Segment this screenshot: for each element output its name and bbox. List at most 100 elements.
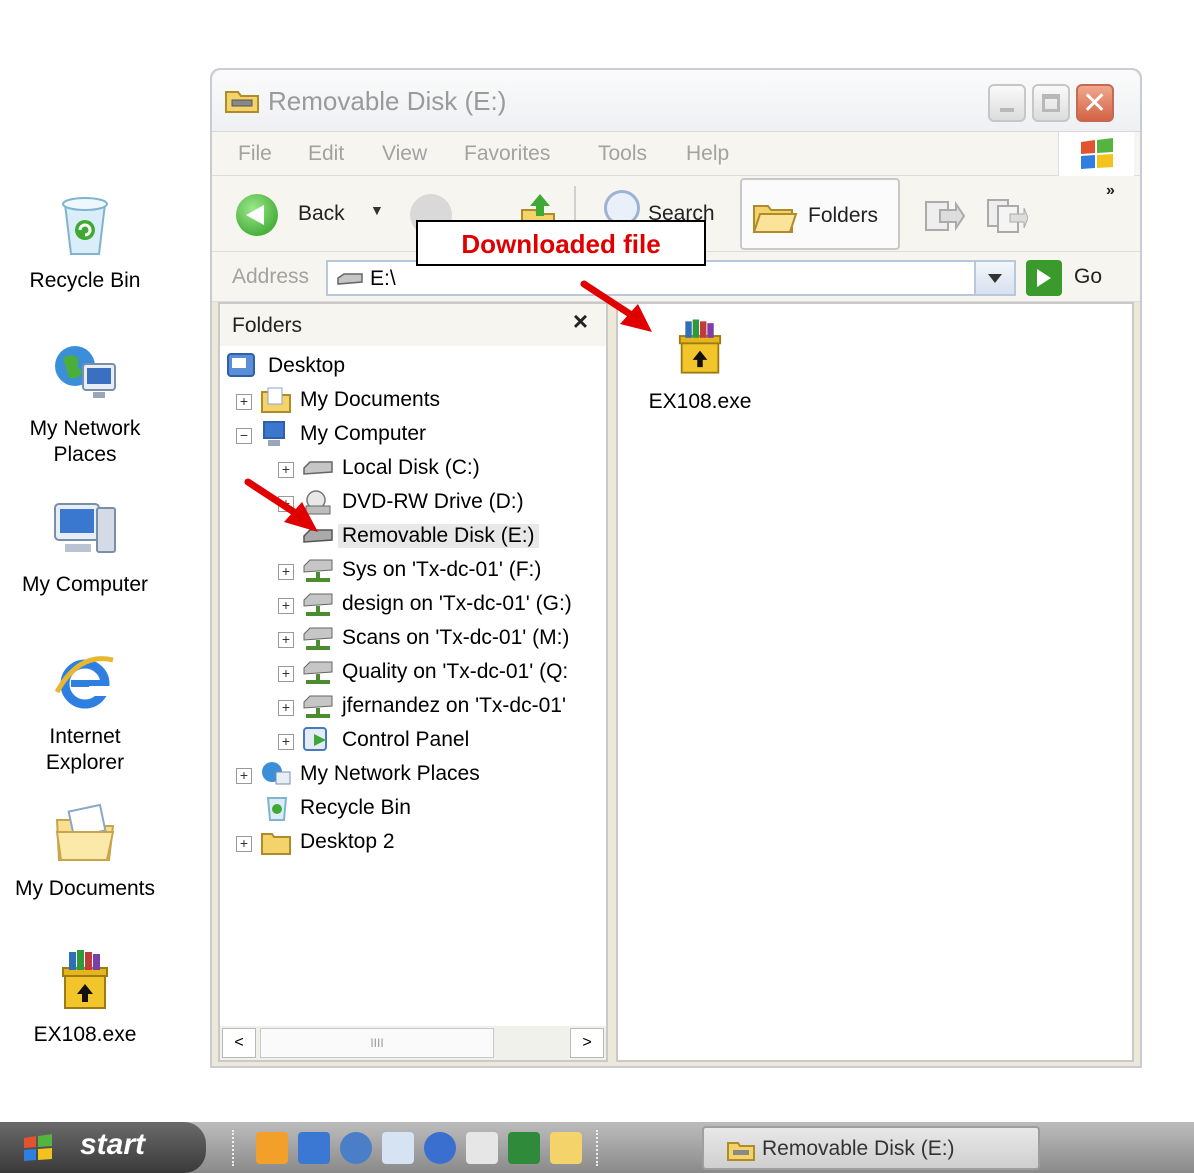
folders-pane-header: Folders × <box>220 304 606 346</box>
title-bar[interactable]: Removable Disk (E:) ✕ <box>212 70 1140 132</box>
menu-favorites[interactable]: Favorites <box>464 142 550 166</box>
clock-app-icon[interactable] <box>256 1132 288 1164</box>
control-panel-icon <box>303 727 327 751</box>
internet-explorer-icon <box>54 656 114 709</box>
window-title: Removable Disk (E:) <box>268 86 507 116</box>
red-annotation-arrow-icon <box>244 478 318 532</box>
printer-icon[interactable] <box>466 1132 498 1164</box>
my-documents-icon <box>55 803 115 861</box>
email-icon[interactable] <box>382 1132 414 1164</box>
desktop-icon-recycle-bin[interactable]: Recycle Bin <box>0 190 170 294</box>
my-computer-icon <box>263 421 285 446</box>
menu-view[interactable]: View <box>382 142 427 166</box>
menu-tools[interactable]: Tools <box>598 142 647 166</box>
folder-icon[interactable] <box>550 1132 582 1164</box>
expand-icon[interactable]: + <box>236 836 252 852</box>
network-places-icon <box>262 762 291 785</box>
windows-logo-icon <box>24 1134 52 1161</box>
file-name: EX108.exe <box>648 390 752 413</box>
menu-bar: File Edit View Favorites Tools Help <box>212 132 1140 176</box>
minimize-icon <box>1000 108 1014 112</box>
recycle-bin-icon <box>266 797 288 821</box>
close-icon: ✕ <box>1082 87 1108 120</box>
my-computer-icon <box>54 503 116 553</box>
menu-help[interactable]: Help <box>686 142 729 166</box>
network-places-icon <box>55 346 116 398</box>
desktop-icon-label-line2: Explorer <box>45 751 125 774</box>
recycle-bin-icon <box>62 197 108 255</box>
taskbar: start Removable Disk (E:) <box>0 1122 1194 1173</box>
menu-edit[interactable]: Edit <box>308 142 344 166</box>
expand-icon[interactable]: + <box>278 734 294 750</box>
back-label: Back <box>298 202 345 225</box>
desktop-icon-label: My Documents <box>14 877 156 900</box>
start-label: start <box>80 1128 146 1161</box>
explorer-window[interactable]: Removable Disk (E:) ✕ File Edit View Fav… <box>210 68 1142 1068</box>
expand-icon[interactable]: + <box>278 564 294 580</box>
network-drive-icon <box>303 661 333 684</box>
back-dropdown-icon[interactable]: ▼ <box>370 202 384 218</box>
database-icon[interactable] <box>340 1132 372 1164</box>
taskbar-item-label: Removable Disk (E:) <box>762 1137 955 1160</box>
close-button[interactable]: ✕ <box>1076 84 1114 122</box>
desktop-icon-network-places[interactable]: My Network Places <box>0 338 170 468</box>
desktop-icon-internet-explorer[interactable]: Internet Explorer <box>0 646 170 776</box>
expand-icon[interactable]: + <box>278 632 294 648</box>
windows-logo-icon <box>1058 132 1134 176</box>
expand-icon[interactable]: + <box>278 666 294 682</box>
desktop-icon <box>227 353 255 377</box>
maximize-button[interactable] <box>1032 84 1070 122</box>
folders-pane-title: Folders <box>232 314 303 337</box>
desktop-icon-my-computer[interactable]: My Computer <box>0 494 170 598</box>
scroll-left-button[interactable]: < <box>222 1028 256 1058</box>
drive-icon <box>337 273 363 285</box>
desktop-icon-label: EX108.exe <box>33 1023 137 1046</box>
media-player-icon[interactable] <box>424 1132 456 1164</box>
copy-to-icon[interactable] <box>984 196 1028 236</box>
desktop-icon-label-line1: My Network <box>29 417 141 440</box>
network-drive-icon <box>303 695 333 718</box>
address-label: Address <box>232 265 310 288</box>
removable-disk-icon <box>727 1142 755 1161</box>
scroll-thumb[interactable]: IIII <box>260 1028 494 1058</box>
desktop-icon-ex108[interactable]: EX108.exe <box>0 944 170 1048</box>
taskbar-item-removable-disk[interactable]: Removable Disk (E:) <box>702 1126 1040 1170</box>
toolbar-overflow-icon[interactable]: » <box>1106 182 1115 200</box>
expand-icon[interactable]: + <box>278 598 294 614</box>
removable-disk-icon <box>225 91 259 113</box>
go-arrow-icon[interactable] <box>1026 260 1062 296</box>
desktop-icon-label-line1: Internet <box>49 725 121 748</box>
winrar-archive-icon <box>62 950 108 1009</box>
folders-pane: Folders × Desktop + My Documents − My Co… <box>218 302 608 1062</box>
start-button[interactable]: start <box>0 1122 206 1173</box>
horizontal-scrollbar[interactable]: < IIII > <box>220 1026 606 1060</box>
go-button[interactable]: Go <box>1074 265 1102 289</box>
address-dropdown-button[interactable] <box>974 260 1016 296</box>
desktop-icon-label: Recycle Bin <box>29 269 141 292</box>
winrar-archive-icon <box>678 319 722 374</box>
red-annotation-arrow-icon <box>580 280 652 332</box>
move-to-icon[interactable] <box>922 196 966 236</box>
expand-icon[interactable]: + <box>236 394 252 410</box>
network-drive-icon <box>303 593 333 616</box>
scroll-right-button[interactable]: > <box>570 1028 604 1058</box>
menu-file[interactable]: File <box>238 142 272 166</box>
network-drive-icon <box>303 559 333 582</box>
folder-tree: Desktop + My Documents − My Computer + L… <box>220 346 606 1026</box>
show-desktop-icon[interactable] <box>298 1132 330 1164</box>
desktop-icon-my-documents[interactable]: My Documents <box>0 798 170 902</box>
folders-button[interactable]: Folders <box>740 178 900 250</box>
file-list-pane[interactable]: EX108.exe <box>616 302 1134 1062</box>
network-drive-icon <box>303 627 333 650</box>
collapse-icon[interactable]: − <box>236 428 252 444</box>
excel-icon[interactable] <box>508 1132 540 1164</box>
quick-launch-grip[interactable] <box>232 1130 236 1166</box>
expand-icon[interactable]: + <box>236 768 252 784</box>
folders-label: Folders <box>808 204 879 227</box>
desktop-icon-label: My Computer <box>21 573 149 596</box>
folders-icon <box>752 205 798 233</box>
taskbar-grip[interactable] <box>596 1130 600 1166</box>
minimize-button[interactable] <box>988 84 1026 122</box>
expand-icon[interactable]: + <box>278 700 294 716</box>
address-value: E:\ <box>370 267 396 290</box>
